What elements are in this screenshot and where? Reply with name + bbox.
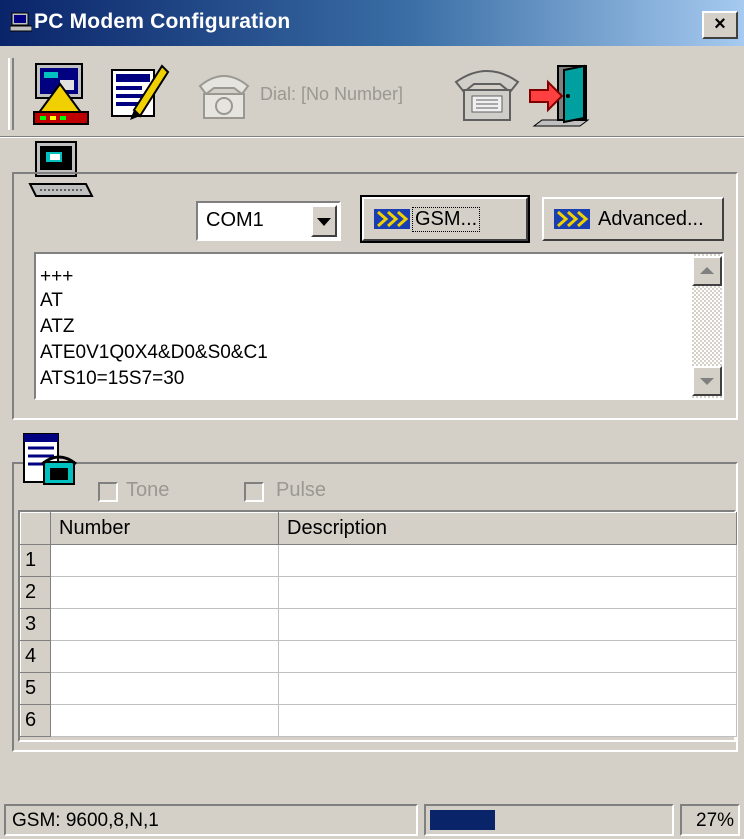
table-row: 1 [20,544,737,577]
com-port-select[interactable]: COM1 [196,201,341,241]
gsm-button-label: GSM... [412,207,481,232]
row-header[interactable]: 3 [20,608,51,641]
column-header-number[interactable]: Number [50,512,279,545]
chevron-down-icon[interactable] [311,205,337,237]
table-row: 5 [20,672,737,705]
table-row: 4 [20,640,737,673]
arrows-right-icon [554,209,590,229]
pulse-checkbox[interactable] [244,482,264,502]
progress-panel [424,804,674,836]
progress-bar [430,810,495,830]
row-header[interactable]: 6 [20,704,51,737]
column-header-description[interactable]: Description [278,512,737,545]
advanced-button-label: Advanced... [598,208,704,230]
init-commands-textarea[interactable]: +++ AT ATZ ATE0V1Q0X4&D0&S0&C1 ATS10=15S… [34,252,724,400]
progress-percent-panel: 27% [680,804,740,836]
title-bar[interactable]: PC Modem Configuration × [0,0,744,46]
description-cell[interactable] [278,672,737,705]
command-line: ATS10=15S7=30 [40,368,185,389]
number-cell[interactable] [50,640,279,673]
number-cell[interactable] [50,608,279,641]
corner-cell [20,512,51,545]
description-cell[interactable] [278,640,737,673]
tone-label: Tone [126,479,170,501]
dial-number-label: Dial: [No Number] [260,84,404,104]
modem-window-icon [10,12,32,32]
table-row: 2 [20,576,737,609]
tone-checkbox[interactable] [98,482,118,502]
phonebook-icon [23,433,77,485]
phonebook-table: Number Description 1 2 3 4 5 6 [20,512,737,737]
dial-phone-icon [198,75,250,119]
toolbar-separator [0,136,744,138]
phonebook-grid[interactable]: Number Description 1 2 3 4 5 6 [18,510,737,742]
table-header-row: Number Description [20,512,737,545]
row-header[interactable]: 2 [20,576,51,609]
table-row: 6 [20,704,737,737]
description-cell[interactable] [278,704,737,737]
row-header[interactable]: 4 [20,640,51,673]
exit-door-icon[interactable] [528,60,596,128]
com-port-value: COM1 [206,209,264,231]
number-cell[interactable] [50,704,279,737]
description-cell[interactable] [278,576,737,609]
edit-config-icon[interactable] [108,60,170,128]
progress-percent: 27% [696,810,735,831]
number-cell[interactable] [50,672,279,705]
window-title: PC Modem Configuration [34,10,291,33]
description-cell[interactable] [278,544,737,577]
number-cell[interactable] [50,576,279,609]
pulse-label: Pulse [276,479,327,501]
toolbar: Dial: [No Number] [8,54,744,134]
number-cell[interactable] [50,544,279,577]
close-button[interactable]: × [702,11,738,39]
description-cell[interactable] [278,608,737,641]
toolbar-grip[interactable] [8,58,14,130]
status-connection-panel: GSM: 9600,8,N,1 [4,804,418,836]
telephone-icon[interactable] [452,60,522,128]
gsm-button[interactable]: GSM... [360,195,530,243]
connection-status: GSM: 9600,8,N,1 [12,810,159,831]
row-header[interactable]: 5 [20,672,51,705]
table-row: 3 [20,608,737,641]
command-line: ATE0V1Q0X4&D0&S0&C1 [40,342,268,363]
command-line: AT [40,290,63,311]
vertical-scrollbar[interactable] [692,254,722,398]
advanced-button[interactable]: Advanced... [542,197,724,241]
scroll-up-icon[interactable] [692,256,722,286]
modem-monitor-icon[interactable] [30,60,94,128]
arrows-right-icon [374,209,410,229]
command-line: +++ [40,266,74,287]
command-line: ATZ [40,316,75,337]
scroll-down-icon[interactable] [692,366,722,396]
row-header[interactable]: 1 [20,544,51,577]
